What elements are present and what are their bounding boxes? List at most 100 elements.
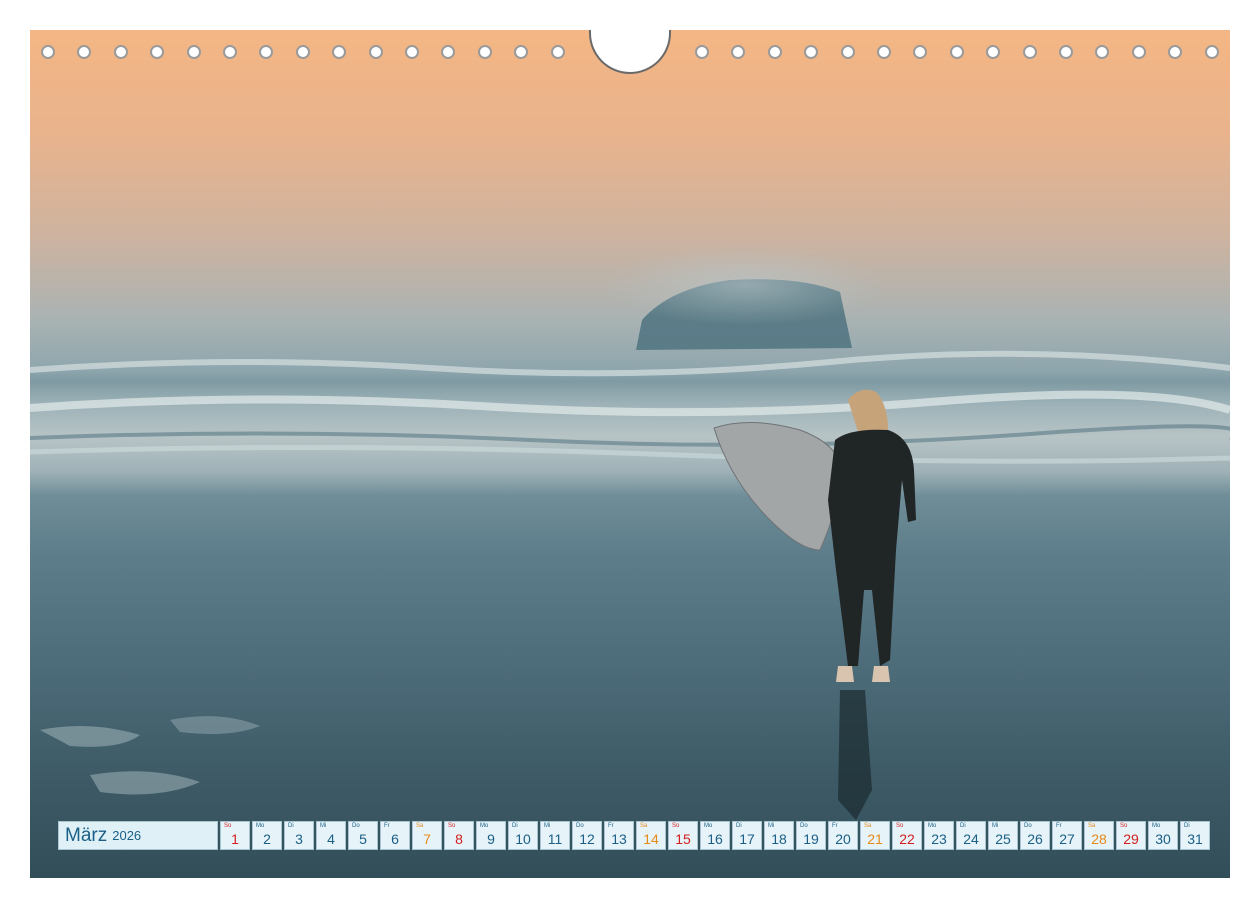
day-cell: Fr 27 [1052, 821, 1082, 850]
day-cell: Mi 11 [540, 821, 570, 850]
day-weekday: Mo [928, 823, 937, 829]
binding-hole-icon [804, 45, 818, 59]
day-cell: Di 31 [1180, 821, 1210, 850]
binding-hole-icon [551, 45, 565, 59]
day-number: 1 [231, 831, 239, 847]
day-cell: Mo 2 [252, 821, 282, 850]
day-cell: Do 19 [796, 821, 826, 850]
day-number: 21 [867, 831, 883, 847]
day-cell: Do 12 [572, 821, 602, 850]
day-weekday: Di [288, 823, 294, 829]
binding-hole-icon [114, 45, 128, 59]
binding-hole-icon [841, 45, 855, 59]
day-weekday: Mo [704, 823, 713, 829]
day-weekday: Fr [384, 823, 390, 829]
month-year: 2026 [112, 828, 142, 843]
day-cell: Do 26 [1020, 821, 1050, 850]
day-weekday: Fr [1056, 823, 1062, 829]
day-cell: Mi 25 [988, 821, 1018, 850]
day-weekday: Di [960, 823, 966, 829]
binding-hole-icon [405, 45, 419, 59]
day-number: 10 [515, 831, 531, 847]
surfer-beach-photo [30, 30, 1230, 878]
day-weekday: Do [1024, 823, 1032, 829]
day-number: 23 [931, 831, 947, 847]
day-number: 4 [327, 831, 335, 847]
day-number: 25 [995, 831, 1011, 847]
day-cell: Mo 9 [476, 821, 506, 850]
day-number: 5 [359, 831, 367, 847]
binding-hole-icon [478, 45, 492, 59]
day-weekday: Mi [768, 823, 775, 829]
day-weekday: Mi [544, 823, 551, 829]
day-cell: Di 17 [732, 821, 762, 850]
day-number: 29 [1123, 831, 1139, 847]
binding-hole-icon [731, 45, 745, 59]
day-number: 31 [1187, 831, 1203, 847]
photo-scene [30, 245, 1230, 820]
day-weekday: So [224, 823, 232, 829]
day-weekday: So [448, 823, 456, 829]
day-number: 30 [1155, 831, 1171, 847]
day-cell: Fr 6 [380, 821, 410, 850]
day-cell: So 29 [1116, 821, 1146, 850]
day-weekday: Do [800, 823, 808, 829]
day-weekday: Sa [864, 823, 872, 829]
day-weekday: Mo [480, 823, 489, 829]
month-name: März [65, 824, 108, 846]
binding-hole-icon [514, 45, 528, 59]
binding-hole-icon [223, 45, 237, 59]
day-number: 14 [643, 831, 659, 847]
day-number: 28 [1091, 831, 1107, 847]
day-number: 9 [487, 831, 495, 847]
binding-hole-icon [150, 45, 164, 59]
day-cell: Do 5 [348, 821, 378, 850]
day-weekday: Di [736, 823, 742, 829]
surfboard [713, 422, 843, 551]
day-cell: Mo 23 [924, 821, 954, 850]
day-weekday: Di [512, 823, 518, 829]
binding-hole-icon [1023, 45, 1037, 59]
day-weekday: So [896, 823, 904, 829]
binding-hole-icon [986, 45, 1000, 59]
day-number: 13 [611, 831, 627, 847]
binding-hole-icon [877, 45, 891, 59]
day-number: 6 [391, 831, 399, 847]
day-number: 8 [455, 831, 463, 847]
day-number: 11 [547, 831, 563, 847]
day-number: 18 [771, 831, 787, 847]
day-cell: Fr 13 [604, 821, 634, 850]
day-cell: Sa 28 [1084, 821, 1114, 850]
day-number: 19 [803, 831, 819, 847]
day-cell: Mo 30 [1148, 821, 1178, 850]
day-cell: Mo 16 [700, 821, 730, 850]
day-weekday: Do [576, 823, 584, 829]
day-number: 20 [835, 831, 851, 847]
binding-hole-icon [259, 45, 273, 59]
binding-hole-icon [187, 45, 201, 59]
day-weekday: Mo [256, 823, 265, 829]
binding-hole-icon [1205, 45, 1219, 59]
day-weekday: Fr [832, 823, 838, 829]
day-number: 3 [295, 831, 303, 847]
day-weekday: Fr [608, 823, 614, 829]
day-number: 27 [1059, 831, 1075, 847]
day-number: 17 [739, 831, 755, 847]
day-cell: So 1 [220, 821, 250, 850]
binding-hole-icon [950, 45, 964, 59]
day-cell: Mi 18 [764, 821, 794, 850]
binding-hole-icon [1095, 45, 1109, 59]
binding-hole-icon [369, 45, 383, 59]
day-weekday: So [1120, 823, 1128, 829]
day-weekday: Mo [1152, 823, 1161, 829]
day-number: 22 [899, 831, 915, 847]
day-cell: So 8 [444, 821, 474, 850]
day-cell: Sa 7 [412, 821, 442, 850]
day-weekday: Mi [992, 823, 999, 829]
binding-hole-icon [1132, 45, 1146, 59]
day-number: 15 [675, 831, 691, 847]
day-cell: Di 3 [284, 821, 314, 850]
day-weekday: Sa [640, 823, 648, 829]
binding-hole-icon [768, 45, 782, 59]
day-number: 26 [1027, 831, 1043, 847]
